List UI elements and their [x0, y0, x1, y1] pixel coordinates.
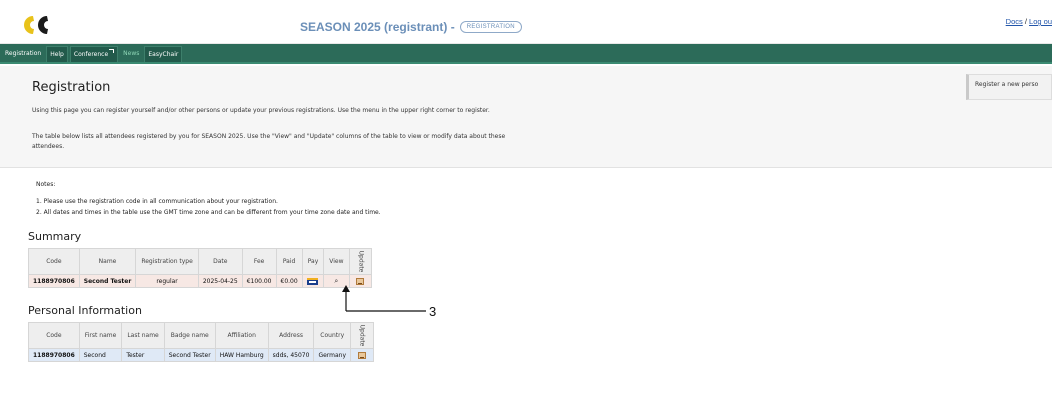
personal-info-table: Code First name Last name Badge name Aff… [28, 322, 374, 362]
annotation-label: 3 [429, 304, 437, 319]
table-row: 1188970806 Second Tester Second Tester H… [28, 348, 374, 362]
edit-update-icon[interactable] [357, 351, 366, 359]
column-header: Country [313, 322, 352, 349]
last-name: Tester [121, 348, 165, 362]
column-header: Address [267, 322, 315, 349]
country: Germany [313, 348, 352, 362]
affiliation: HAW Hamburg [214, 348, 269, 362]
column-header: Affiliation [214, 322, 269, 349]
personal-info-title: Personal Information [28, 304, 142, 317]
badge-name: Second Tester [163, 348, 216, 362]
column-header: Update [350, 322, 374, 349]
address: sdds, 45070 [267, 348, 315, 362]
first-name: Second [78, 348, 123, 362]
person-code: 1188970806 [28, 348, 80, 362]
update-header-label: Update [358, 324, 366, 347]
column-header: Code [28, 322, 80, 349]
column-header: First name [78, 322, 123, 349]
column-header: Last name [121, 322, 165, 349]
column-header: Badge name [163, 322, 216, 349]
update-cell [350, 348, 374, 362]
